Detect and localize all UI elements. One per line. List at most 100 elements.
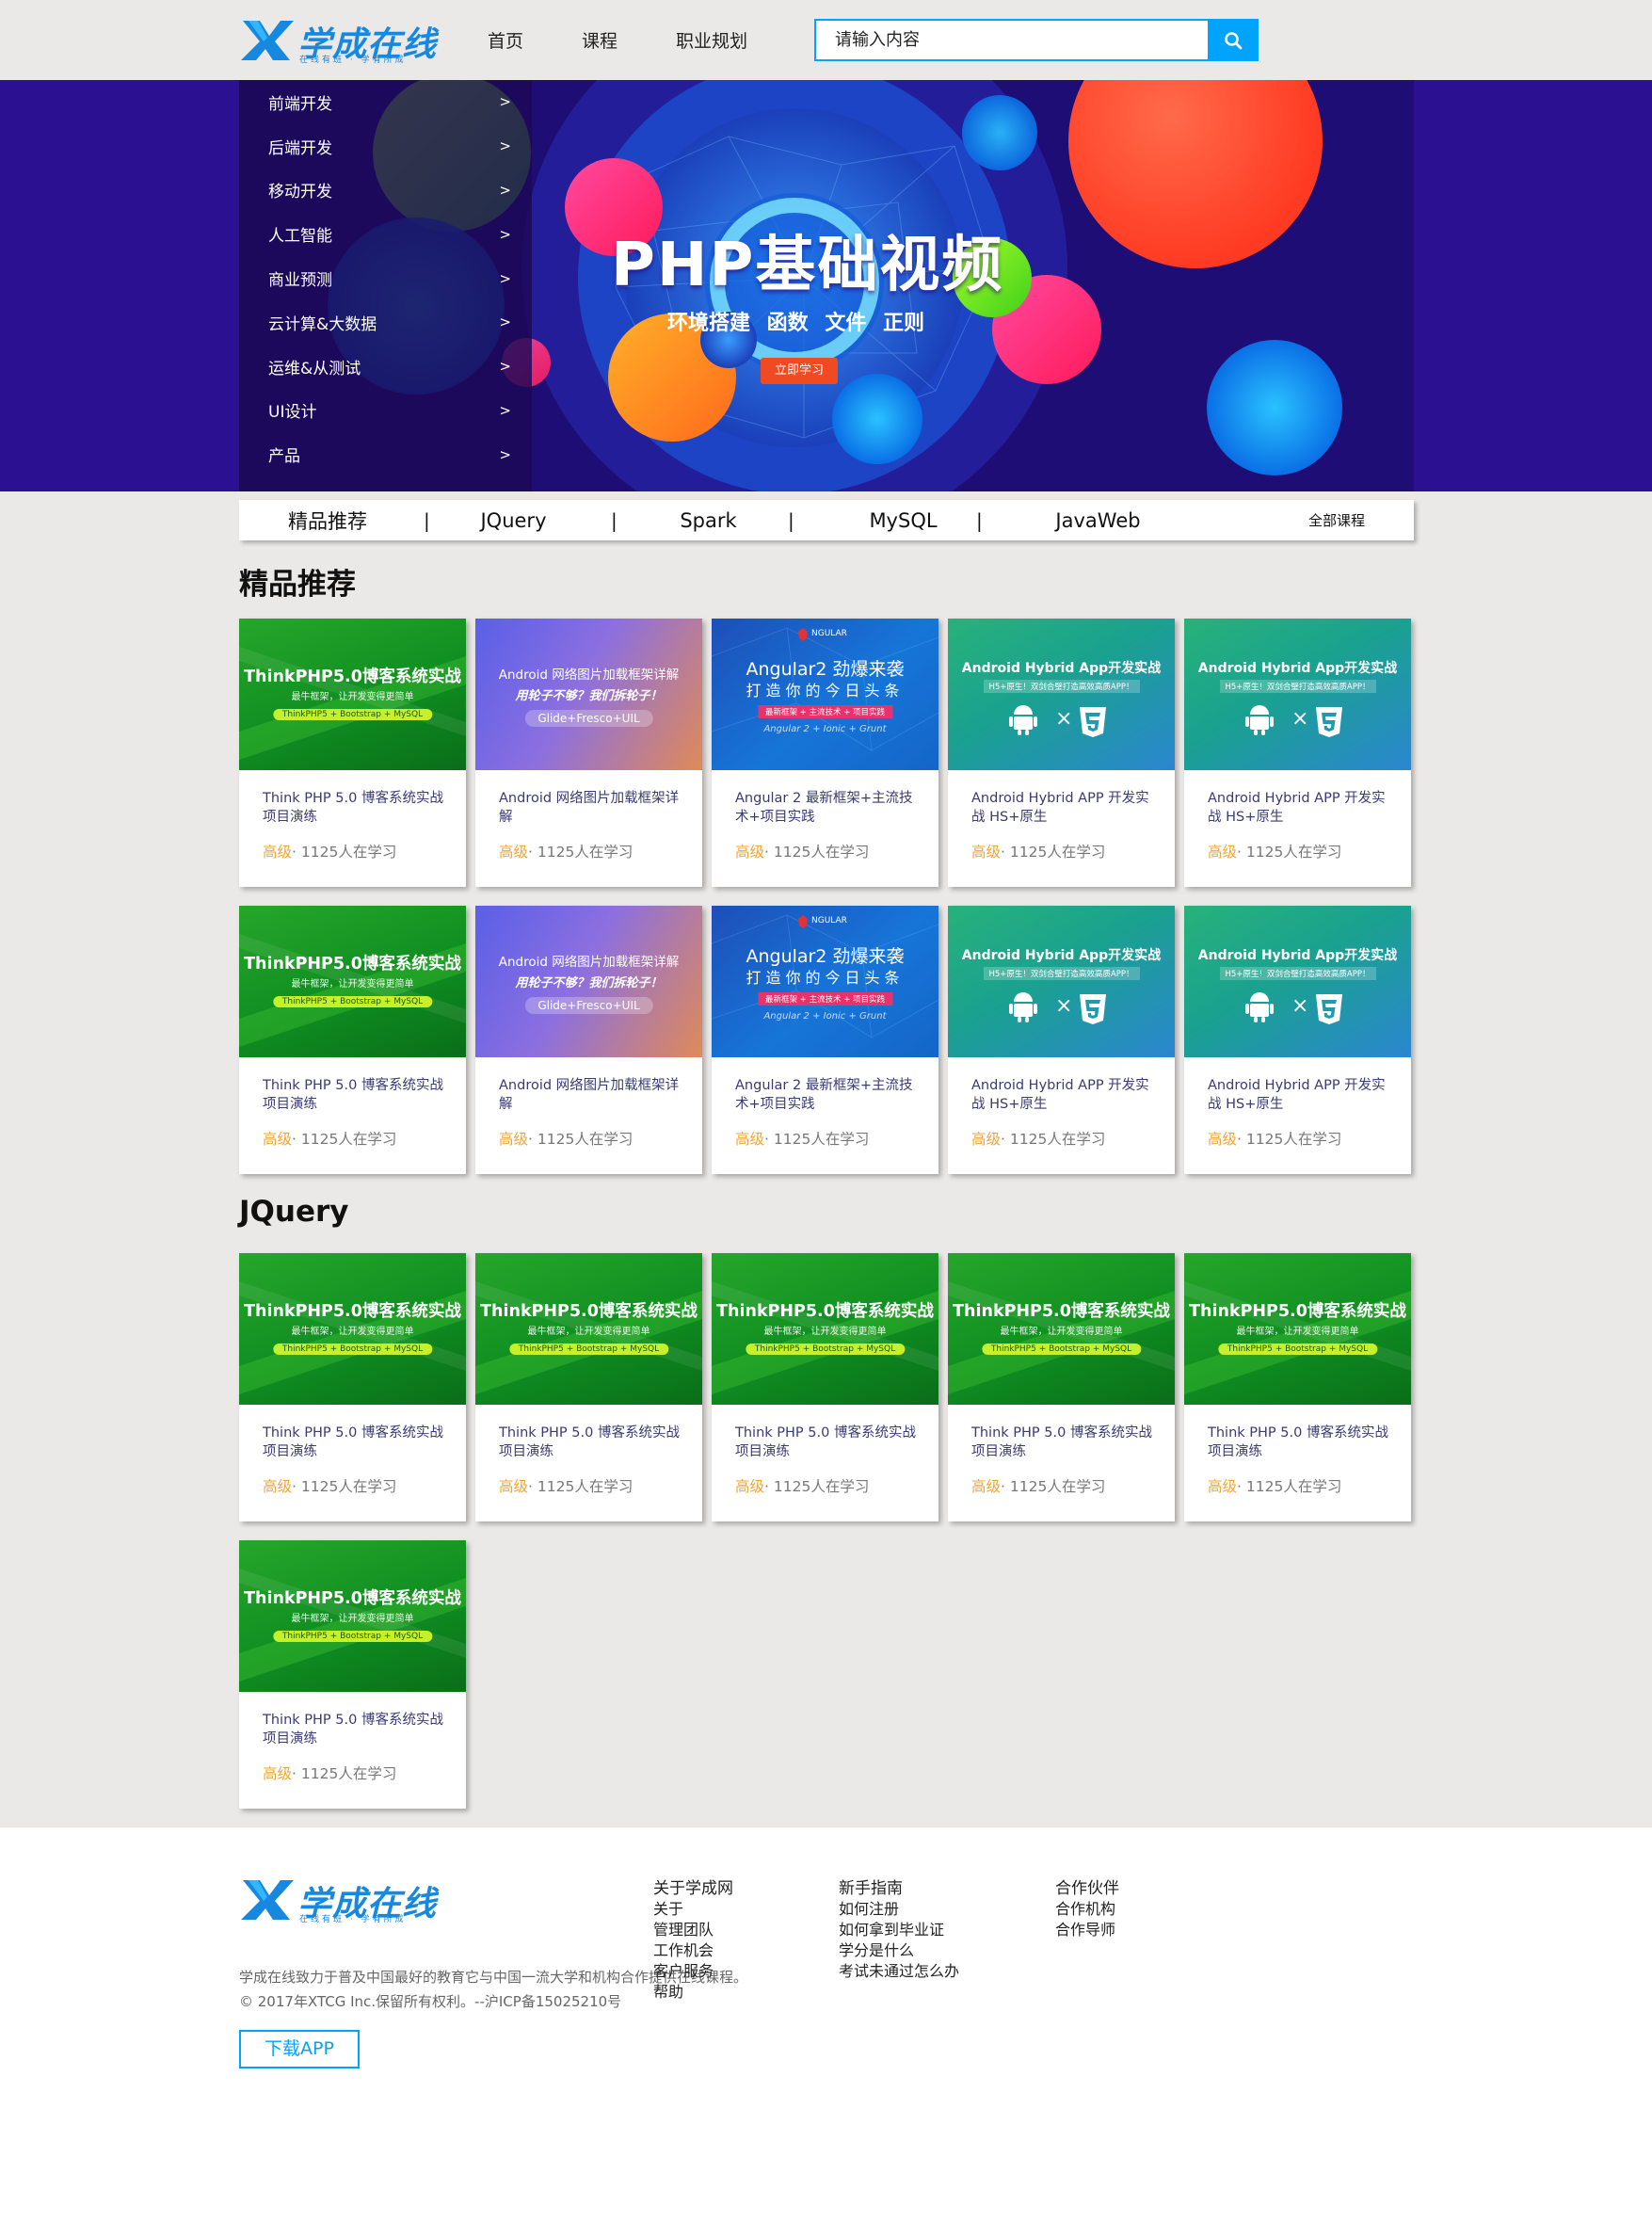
hero-banner: PHP基础视频 环境搭建 函数 文件 正则 立即学习 前端开发 > 后端开发 > 移动开… — [0, 80, 1652, 491]
course-level: 高级 — [1208, 1478, 1238, 1495]
tab-featured[interactable]: 精品推荐 — [239, 507, 416, 535]
chevron-right-icon: > — [499, 225, 511, 243]
course-card[interactable]: Android Hybrid App开发实战 H5+原生！双剑合璧打造高效高质AP… — [948, 619, 1175, 887]
section-title-jquery: JQuery — [239, 1195, 349, 1229]
course-level: 高级 — [971, 1478, 1002, 1495]
category-menu-item[interactable]: 产品 > — [239, 432, 532, 476]
course-thumbnail: ThinkPHP5.0博客系统实战 最牛框架，让开发变得更简单 ThinkPHP5 … — [475, 1253, 702, 1405]
category-menu-item[interactable]: 商业预测 > — [239, 256, 532, 300]
course-thumbnail: NGULAR Angular2 劲爆来袭 打造你的今日头条 最新框架 + 主流技术 +… — [712, 906, 938, 1057]
footer-link[interactable]: 工作机会 — [653, 1940, 733, 1961]
tab-mysql[interactable]: MySQL — [806, 509, 1001, 532]
course-card[interactable]: ThinkPHP5.0博客系统实战 最牛框架，让开发变得更简单 ThinkPHP5 … — [948, 1253, 1175, 1521]
chevron-right-icon: > — [499, 358, 511, 376]
category-menu-item[interactable]: 前端开发 > — [239, 80, 532, 124]
times-glyph: × — [1291, 994, 1309, 1018]
tab-jquery[interactable]: JQuery — [416, 509, 611, 532]
thumbnail-subtitle: 用轮子不够？我们拆轮子！ — [515, 976, 663, 990]
tab-separator: | — [611, 508, 617, 532]
course-meta: 高级· 1125人在学习 — [499, 1128, 633, 1149]
thumbnail-tag: ThinkPHP5 + Bootstrap + MySQL — [272, 709, 433, 720]
course-meta: 高级· 1125人在学习 — [1208, 1128, 1341, 1149]
banner-slide[interactable]: PHP基础视频 环境搭建 函数 文件 正则 立即学习 前端开发 > 后端开发 > 移动开… — [239, 80, 1414, 491]
banner-learn-button[interactable]: 立即学习 — [761, 358, 838, 384]
course-thumbnail: ThinkPHP5.0博客系统实战 最牛框架，让开发变得更简单 ThinkPHP5 … — [239, 906, 466, 1057]
footer-link[interactable]: 合作机构 — [1055, 1899, 1119, 1920]
category-menu-item[interactable]: 运维&从测试 > — [239, 345, 532, 389]
thumbnail-subtitle: H5+原生！双剑合璧打造高效高质APP！ — [1219, 680, 1376, 693]
tab-javaweb[interactable]: JavaWeb — [1001, 509, 1195, 532]
nav-career[interactable]: 职业规划 — [676, 27, 747, 53]
course-card[interactable]: ThinkPHP5.0博客系统实战 最牛框架，让开发变得更简单 ThinkPHP5 … — [239, 1253, 466, 1521]
course-learners: · 1125人在学习 — [292, 1131, 397, 1148]
category-label: UI设计 — [268, 403, 317, 423]
footer-link[interactable]: 帮助 — [653, 1982, 733, 2003]
course-title: Think PHP 5.0 博客系统实战项目演练 — [263, 1713, 443, 1746]
category-menu-item[interactable]: UI设计 > — [239, 389, 532, 433]
tab-spark[interactable]: Spark — [611, 509, 806, 532]
thumbnail-tag: ThinkPHP5 + Bootstrap + MySQL — [981, 1344, 1142, 1355]
chevron-right-icon: > — [499, 93, 511, 111]
footer-link[interactable]: 如何拿到毕业证 — [839, 1920, 959, 1940]
download-app-button[interactable]: 下载APP — [239, 2030, 360, 2068]
nav-courses[interactable]: 课程 — [582, 27, 617, 53]
all-courses-link[interactable]: 全部课程 — [1308, 510, 1365, 530]
course-card[interactable]: Android Hybrid App开发实战 H5+原生！双剑合璧打造高效高质AP… — [948, 906, 1175, 1174]
course-level: 高级 — [499, 1131, 529, 1148]
search-input[interactable] — [814, 19, 1224, 61]
course-learners: · 1125人在学习 — [1001, 1131, 1106, 1148]
course-card[interactable]: ThinkPHP5.0博客系统实战 最牛框架，让开发变得更简单 ThinkPHP5 … — [239, 619, 466, 887]
thumbnail-title: Android Hybrid App开发实战 — [961, 948, 1162, 963]
course-card[interactable]: NGULAR Angular2 劲爆来袭 打造你的今日头条 最新框架 + 主流技术 +… — [712, 619, 938, 887]
footer-link[interactable]: 学分是什么 — [839, 1940, 959, 1961]
footer-column: 新手指南 如何注册 如何拿到毕业证 学分是什么 考试未通过怎么办 — [839, 1878, 959, 1982]
thumbnail-subtitle: 最牛框架，让开发变得更简单 — [1000, 1327, 1123, 1337]
angular-brand: NGULAR — [811, 916, 847, 925]
footer-link[interactable]: 如何注册 — [839, 1899, 959, 1920]
course-level: 高级 — [735, 1478, 765, 1495]
course-thumbnail: Android Hybrid App开发实战 H5+原生！双剑合璧打造高效高质AP… — [948, 619, 1175, 770]
course-learners: · 1125人在学习 — [528, 844, 634, 861]
course-learners: · 1125人在学习 — [1001, 1478, 1106, 1495]
course-card[interactable]: ThinkPHP5.0博客系统实战 最牛框架，让开发变得更简单 ThinkPHP5 … — [475, 1253, 702, 1521]
footer-column-title[interactable]: 合作伙伴 — [1055, 1878, 1119, 1899]
site-logo[interactable]: 学成在线 在线有班 · 学有所成 — [239, 15, 436, 65]
course-meta: 高级· 1125人在学习 — [971, 1475, 1105, 1496]
course-card[interactable]: Android Hybrid App开发实战 H5+原生！双剑合璧打造高效高质AP… — [1184, 906, 1411, 1174]
course-card[interactable]: ThinkPHP5.0博客系统实战 最牛框架，让开发变得更简单 ThinkPHP5 … — [239, 906, 466, 1174]
tab-separator: | — [424, 508, 430, 532]
search-button[interactable] — [1208, 19, 1259, 61]
footer-column-title[interactable]: 新手指南 — [839, 1878, 959, 1899]
footer-link[interactable]: 合作导师 — [1055, 1920, 1119, 1940]
footer-link[interactable]: 关于 — [653, 1899, 733, 1920]
course-title: Android Hybrid APP 开发实战 HS+原生 — [1208, 791, 1386, 825]
course-thumbnail: ThinkPHP5.0博客系统实战 最牛框架，让开发变得更简单 ThinkPHP5 … — [712, 1253, 938, 1405]
footer-link[interactable]: 管理团队 — [653, 1920, 733, 1940]
course-learners: · 1125人在学习 — [764, 844, 870, 861]
footer-logo[interactable]: 学成在线 在线有班 · 学有所成 — [239, 1875, 436, 1924]
category-menu-item[interactable]: 后端开发 > — [239, 124, 532, 169]
course-card[interactable]: ThinkPHP5.0博客系统实战 最牛框架，让开发变得更简单 ThinkPHP5 … — [1184, 1253, 1411, 1521]
category-menu-item[interactable]: 移动开发 > — [239, 169, 532, 213]
times-glyph: × — [1055, 994, 1073, 1018]
nav-home[interactable]: 首页 — [488, 27, 523, 53]
course-thumbnail: ThinkPHP5.0博客系统实战 最牛框架，让开发变得更简单 ThinkPHP5 … — [948, 1253, 1175, 1405]
course-card[interactable]: ThinkPHP5.0博客系统实战 最牛框架，让开发变得更简单 ThinkPHP5 … — [239, 1540, 466, 1809]
footer-link[interactable]: 客户服务 — [653, 1961, 733, 1982]
category-menu-item[interactable]: 云计算&大数据 > — [239, 300, 532, 345]
thumbnail-tag: ThinkPHP5 + Bootstrap + MySQL — [272, 1631, 433, 1642]
course-card[interactable]: Android 网络图片加载框架详解 用轮子不够？我们拆轮子！ Glide+Fres… — [475, 619, 702, 887]
course-thumbnail: ThinkPHP5.0博客系统实战 最牛框架，让开发变得更简单 ThinkPHP5 … — [1184, 1253, 1411, 1405]
footer-column-title[interactable]: 关于学成网 — [653, 1878, 733, 1899]
chevron-right-icon: > — [499, 401, 511, 419]
course-card[interactable]: Android Hybrid App开发实战 H5+原生！双剑合璧打造高效高质AP… — [1184, 619, 1411, 887]
course-card[interactable]: ThinkPHP5.0博客系统实战 最牛框架，让开发变得更简单 ThinkPHP5 … — [712, 1253, 938, 1521]
footer-link[interactable]: 考试未通过怎么办 — [839, 1961, 959, 1982]
course-title: Android Hybrid APP 开发实战 HS+原生 — [1208, 1078, 1386, 1112]
course-card[interactable]: Android 网络图片加载框架详解 用轮子不够？我们拆轮子！ Glide+Fres… — [475, 906, 702, 1174]
course-thumbnail: Android Hybrid App开发实战 H5+原生！双剑合璧打造高效高质AP… — [948, 906, 1175, 1057]
category-menu-item[interactable]: 人工智能 > — [239, 212, 532, 256]
course-title: Android Hybrid APP 开发实战 HS+原生 — [971, 1078, 1149, 1112]
course-title: Think PHP 5.0 博客系统实战项目演练 — [263, 1078, 443, 1112]
course-card[interactable]: NGULAR Angular2 劲爆来袭 打造你的今日头条 最新框架 + 主流技术 +… — [712, 906, 938, 1174]
